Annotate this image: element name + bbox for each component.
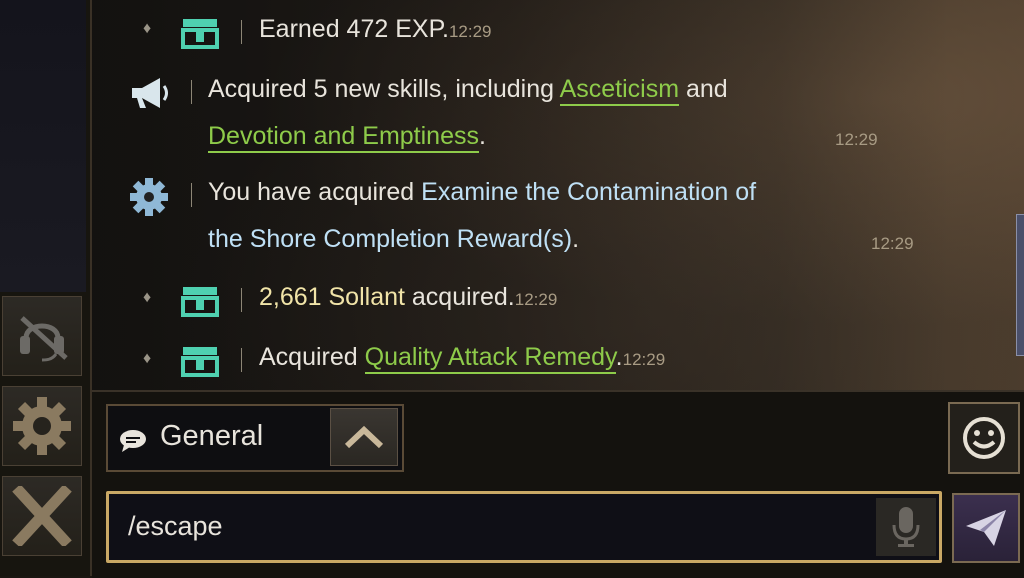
treasure-chest-icon: [181, 19, 219, 49]
gear-icon: [130, 178, 168, 216]
message-text: .: [572, 225, 580, 253]
message-time: 12:29: [514, 290, 558, 309]
message-bullet: ♦: [143, 289, 152, 306]
message-text: acquired.: [404, 283, 515, 311]
message-time: 12:29: [835, 130, 878, 149]
message-text: .: [478, 122, 486, 150]
message-separator: [191, 183, 192, 207]
message-text: Acquired 5 new skills, including: [208, 75, 560, 103]
currency-amount: 2,661 Sollant: [259, 283, 405, 311]
message-time: 12:29: [871, 234, 914, 253]
chat-message: Acquired Quality Attack Remedy.12:29: [259, 334, 665, 383]
send-button[interactable]: [952, 493, 1020, 563]
microphone-icon: [892, 507, 920, 547]
settings-button[interactable]: [2, 386, 82, 466]
message-time: 12:29: [622, 350, 666, 369]
message-text: Acquired: [259, 343, 365, 371]
speech-bubble-icon: [120, 430, 146, 452]
skill-link-asceticism[interactable]: Asceticism: [559, 75, 680, 106]
chat-message: You have acquired Examine the Contaminat…: [208, 169, 756, 215]
item-link-quality-attack-remedy[interactable]: Quality Attack Remedy: [364, 343, 616, 374]
channel-label: General: [160, 420, 264, 452]
chevron-up-icon: [344, 425, 384, 449]
emoji-button[interactable]: [948, 402, 1020, 474]
message-separator: [241, 348, 242, 372]
chat-input-field[interactable]: [106, 491, 942, 563]
channel-expand-button[interactable]: [330, 408, 398, 466]
gear-icon: [13, 397, 71, 455]
message-text: Earned 472 EXP.: [259, 15, 449, 43]
skill-link-devotion[interactable]: Devotion and Emptiness: [208, 122, 479, 153]
chat-message-continued: Devotion and Emptiness.: [208, 113, 486, 159]
smiley-face-icon: [963, 417, 1005, 459]
message-text: .: [615, 343, 623, 371]
close-x-icon: [12, 486, 72, 546]
message-separator: [241, 20, 242, 44]
chat-scrollbar[interactable]: [1016, 214, 1024, 356]
message-time: 12:29: [448, 22, 492, 41]
voice-chat-button[interactable]: [2, 296, 82, 376]
message-bullet: ♦: [143, 20, 152, 37]
quest-name: Examine the Contamination of: [421, 178, 757, 206]
megaphone-icon: [132, 78, 168, 108]
message-separator: [241, 288, 242, 312]
chat-message: Earned 472 EXP.12:29: [259, 6, 492, 55]
treasure-chest-icon: [181, 287, 219, 317]
chat-message: Acquired 5 new skills, including Ascetic…: [208, 66, 728, 112]
quest-name: the Shore Completion Reward(s): [208, 225, 573, 253]
sidebar-top-panel: [0, 0, 86, 292]
close-chat-button[interactable]: [2, 476, 82, 556]
message-separator: [191, 80, 192, 104]
voice-input-button[interactable]: [876, 498, 936, 556]
message-text: and: [679, 75, 728, 103]
treasure-chest-icon: [181, 347, 219, 377]
message-text: You have acquired: [208, 178, 422, 206]
headset-muted-icon: [20, 316, 68, 362]
chat-message-continued: the Shore Completion Reward(s).: [208, 216, 579, 262]
chat-message: 2,661 Sollant acquired.12:29: [259, 274, 557, 323]
paper-plane-icon: [966, 510, 1006, 546]
chat-input-value[interactable]: /escape: [128, 511, 223, 542]
message-bullet: ♦: [143, 350, 152, 367]
